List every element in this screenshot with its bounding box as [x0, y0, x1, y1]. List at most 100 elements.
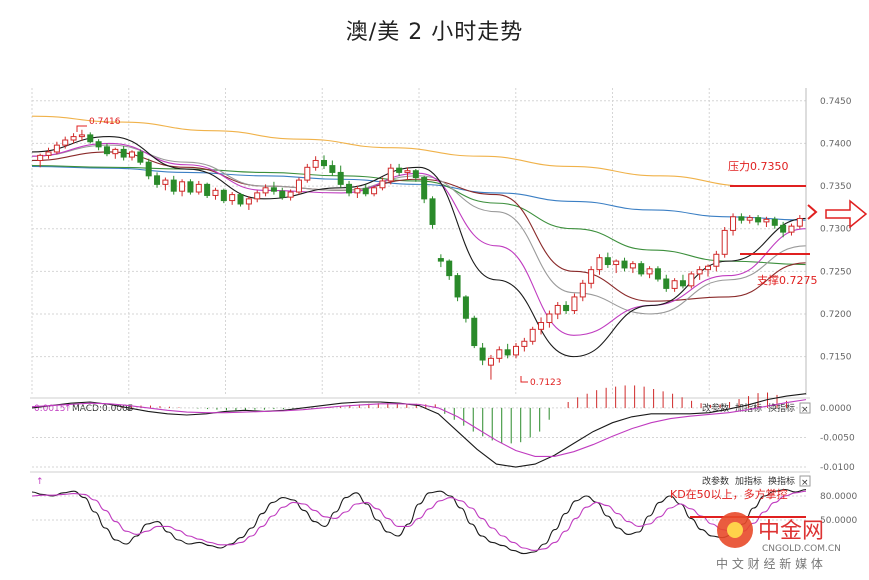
kd-tick-label: 80.0000 — [820, 492, 857, 502]
kd-note: KD在50以上，多方掌控 — [670, 487, 788, 501]
price-tick-label: 0.7200 — [820, 310, 852, 320]
candle-body — [95, 141, 102, 148]
kd-edit-params-button[interactable]: 改参数 — [702, 475, 729, 487]
candle-body — [262, 187, 269, 194]
watermark: 中金网 CNGOLD.COM.CN 中 文 财 经 新 媒 体 — [716, 512, 841, 571]
kd-tick-label: 50.0000 — [820, 516, 857, 526]
candle-body — [504, 349, 511, 356]
candle-body — [295, 179, 302, 193]
price-tick-label: 0.7350 — [820, 182, 852, 192]
candle-body — [704, 265, 712, 271]
price-grid — [31, 88, 806, 395]
candle-body — [237, 194, 244, 205]
candle-body — [212, 189, 219, 196]
candle-body — [755, 217, 762, 223]
candle-body — [245, 198, 252, 205]
candle-body — [546, 313, 553, 324]
candle-body — [479, 347, 486, 361]
candle-body — [646, 268, 653, 275]
price-tick-label: 0.7450 — [820, 97, 852, 107]
candle-body — [613, 260, 620, 266]
candle-body — [512, 345, 520, 356]
candle-body — [496, 349, 503, 359]
high-label: 0.7416 — [89, 117, 121, 127]
candle-body — [270, 187, 277, 192]
candle-body — [45, 151, 52, 156]
candle-body — [487, 357, 494, 366]
candle-body — [521, 340, 528, 347]
candle-body — [379, 180, 386, 189]
brand-logo-inner-icon — [727, 522, 743, 538]
candle-body — [462, 296, 469, 319]
price-tick-label: 0.7300 — [820, 225, 852, 235]
price-axis: 0.7450 0.7400 0.7350 0.7300 0.7250 0.7200 0.71… — [805, 88, 852, 395]
candle-body — [713, 253, 720, 267]
candle-body — [796, 217, 803, 227]
candle-body — [170, 179, 177, 192]
macd-tick-label: -0.0100 — [820, 463, 855, 473]
candle-body — [371, 187, 378, 195]
candle-body — [337, 171, 344, 185]
macd-tick-label: 0.0000 — [820, 404, 852, 414]
candle-body — [412, 170, 419, 179]
candle-body — [763, 218, 770, 223]
candle-body — [387, 167, 394, 182]
candle-body — [112, 148, 119, 155]
candle-body — [229, 194, 236, 202]
candle-body — [563, 304, 570, 312]
candle-body — [279, 190, 286, 198]
candle-body — [696, 269, 703, 275]
candle-body — [529, 328, 536, 342]
candle-body — [638, 263, 645, 275]
macd-axis: 0.0000 -0.0050 -0.0100 — [820, 404, 855, 473]
watermark-site: CNGOLD.COM.CN — [762, 544, 841, 554]
candle-body — [588, 269, 595, 284]
kd-add-indicator-button[interactable]: 加指标 — [735, 475, 762, 487]
price-tick-label: 0.7400 — [820, 139, 852, 149]
candle-body — [738, 216, 745, 221]
support-label: 支撑0.7275 — [757, 273, 818, 287]
candle-body — [554, 304, 561, 315]
candle-body — [128, 151, 136, 158]
candle-body — [204, 183, 211, 196]
candle-body — [437, 258, 444, 262]
candle-body — [187, 181, 194, 193]
candle-body — [154, 175, 161, 185]
candle-body — [145, 161, 152, 177]
candle-body — [320, 159, 328, 167]
candle-body — [62, 139, 69, 146]
candle-body — [663, 278, 670, 289]
candle-body — [446, 260, 453, 277]
candle-body — [53, 144, 60, 153]
watermark-brand: 中金网 — [758, 519, 824, 544]
price-tick-label: 0.7250 — [820, 267, 852, 277]
candle-body — [679, 280, 686, 287]
candle-body — [404, 170, 411, 173]
candle-body — [721, 229, 728, 255]
candle-body — [312, 159, 319, 168]
candle-body — [604, 257, 611, 266]
candle-body — [396, 167, 403, 173]
candle-body — [195, 183, 202, 193]
candle-body — [162, 179, 169, 185]
candle-body — [471, 317, 478, 347]
candle-body — [304, 166, 311, 181]
candle-body — [688, 273, 695, 287]
macd-tick-label: -0.0050 — [820, 433, 855, 443]
candle-body — [137, 151, 144, 163]
candle-body — [354, 188, 361, 194]
low-marker — [520, 376, 528, 383]
candle-body — [671, 280, 678, 289]
candle-body — [421, 177, 428, 200]
candle-body — [254, 192, 261, 200]
small-arrow-icon — [807, 204, 818, 220]
kd-switch-indicator-button[interactable]: 换指标 — [768, 475, 795, 487]
resistance-label: 压力0.7350 — [728, 160, 789, 173]
candle-body — [78, 134, 85, 138]
candle-body — [730, 216, 737, 231]
macd-close-icon: × — [801, 405, 809, 415]
candle-body — [771, 218, 778, 226]
candle-body — [429, 198, 436, 225]
candle-body — [287, 191, 294, 198]
candle-body — [103, 146, 110, 155]
